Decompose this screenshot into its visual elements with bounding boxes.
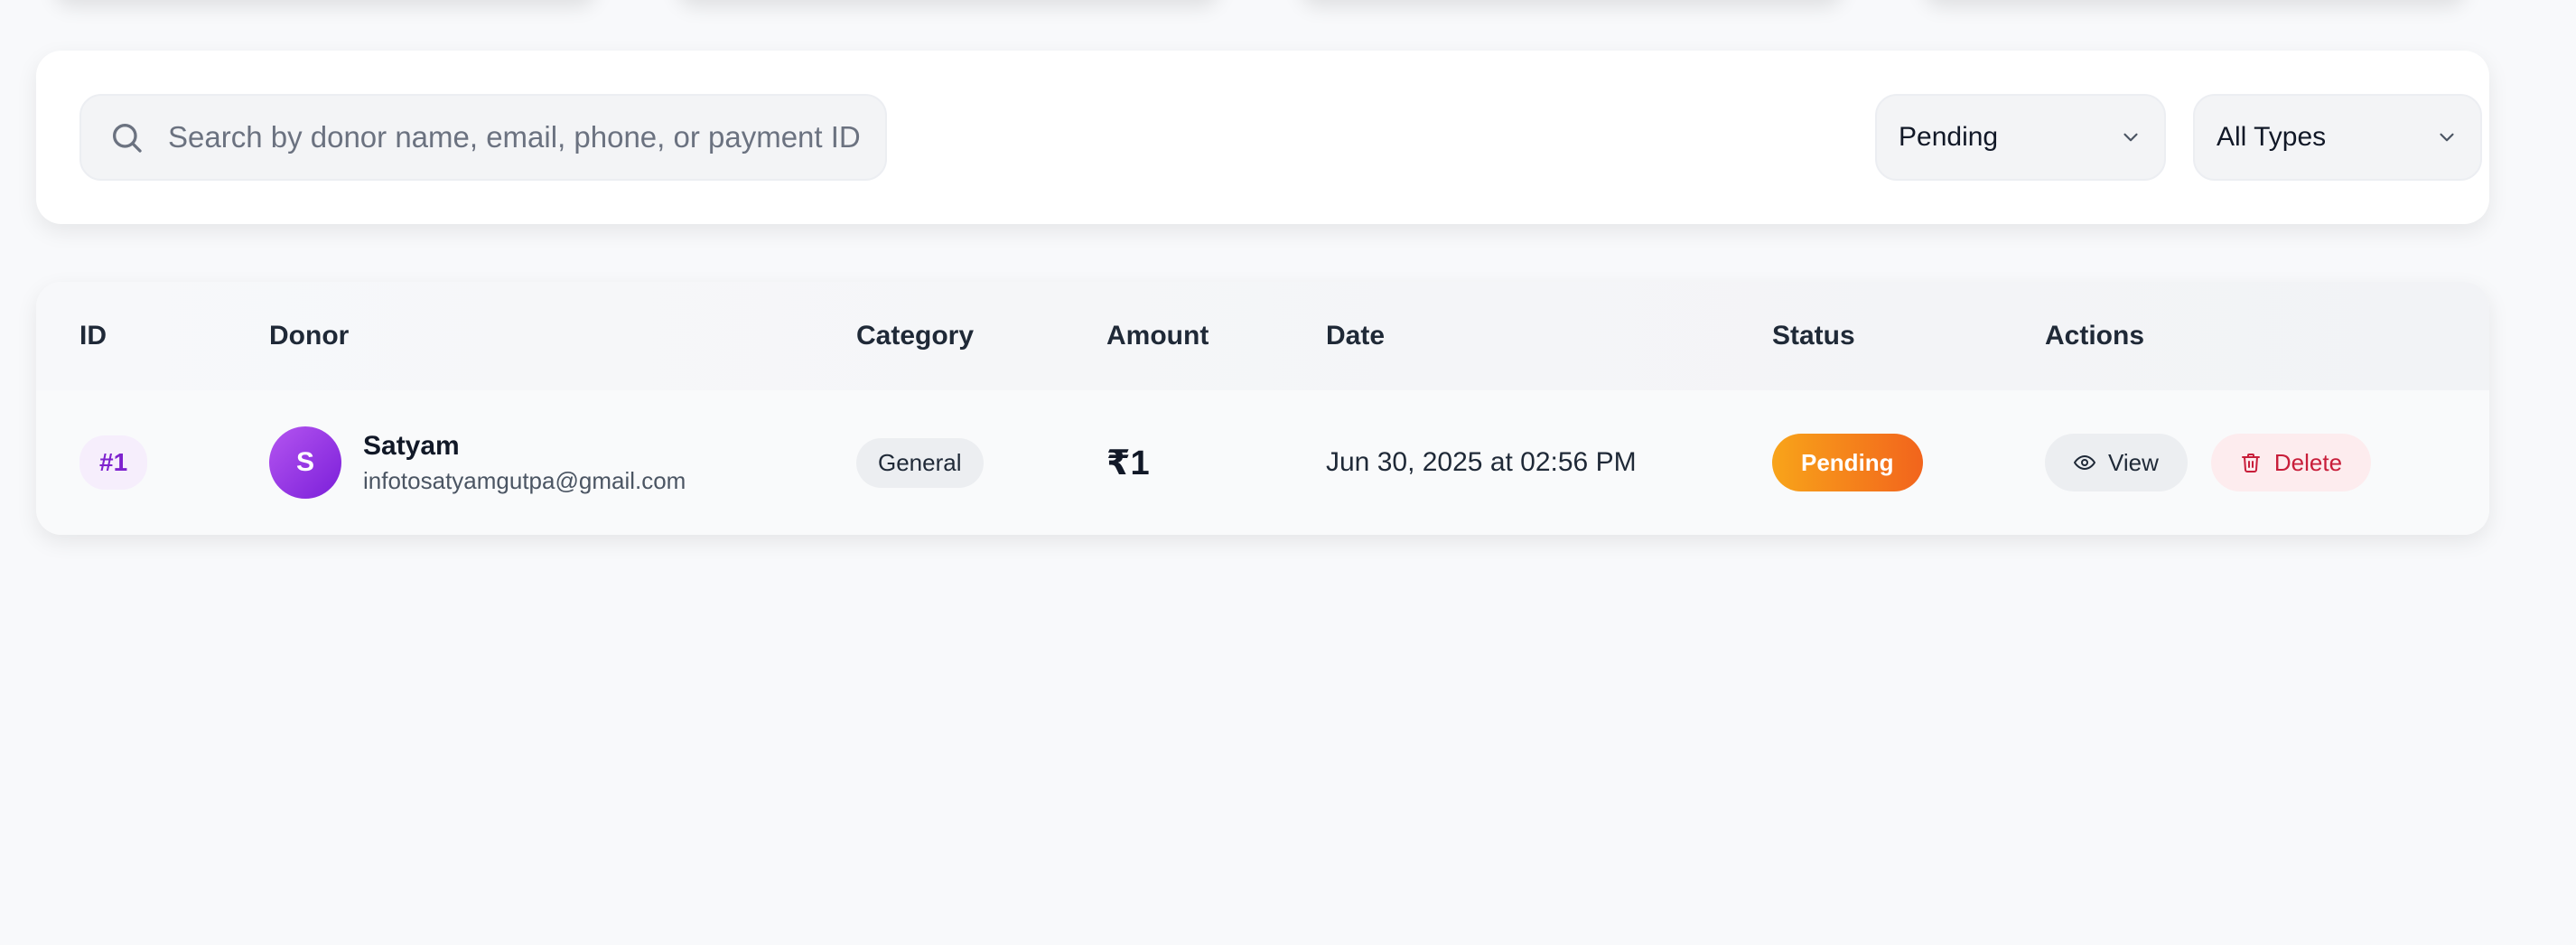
type-filter-select[interactable]: All Types	[2193, 94, 2482, 181]
filter-bar: Pending All Types	[36, 51, 2489, 224]
chevron-down-icon	[2440, 133, 2454, 142]
search-icon	[113, 124, 142, 153]
column-header-actions: Actions	[2045, 321, 2145, 351]
status-filter-value: Pending	[1899, 122, 1999, 152]
status-cell: Pending	[1772, 390, 1923, 535]
date-cell: Jun 30, 2025 at 02:56 PM	[1326, 390, 1637, 535]
table-row: #1 S Satyam infotosatyamgutpa@gmail.com …	[36, 390, 2489, 535]
eye-icon	[2074, 455, 2095, 470]
amount-cell: ₹1	[1106, 390, 1150, 535]
actions-cell: View Delete	[2045, 390, 2372, 535]
column-header-donor: Donor	[269, 321, 350, 351]
donor-email: infotosatyamgutpa@gmail.com	[363, 466, 686, 494]
status-badge: Pending	[1772, 434, 1923, 491]
category-cell: General	[856, 390, 984, 535]
column-header-category: Category	[856, 321, 975, 351]
donor-cell: S Satyam infotosatyamgutpa@gmail.com	[269, 390, 686, 535]
delete-button-label: Delete	[2273, 448, 2343, 476]
view-button[interactable]: View	[2045, 434, 2188, 491]
column-header-id: ID	[79, 321, 107, 351]
category-badge: General	[856, 437, 984, 488]
id-badge: #1	[79, 435, 148, 490]
status-filter-select[interactable]: Pending	[1875, 94, 2166, 181]
chevron-down-icon	[2123, 133, 2138, 142]
donor-name: Satyam	[363, 430, 460, 461]
date-value: Jun 30, 2025 at 02:56 PM	[1326, 447, 1637, 477]
search-input[interactable]	[166, 119, 871, 155]
id-cell: #1	[79, 390, 148, 535]
column-header-amount: Amount	[1106, 321, 1209, 351]
column-header-date: Date	[1326, 321, 1386, 351]
type-filter-value: All Types	[2217, 122, 2327, 152]
column-header-status: Status	[1772, 321, 1855, 351]
amount-value: ₹1	[1106, 444, 1150, 482]
donor-info: Satyam infotosatyamgutpa@gmail.com	[363, 431, 686, 495]
delete-button[interactable]: Delete	[2210, 434, 2372, 491]
view-button-label: View	[2108, 448, 2159, 476]
avatar: S	[269, 426, 341, 499]
donations-table: ID Donor Category Amount Date Status Act…	[36, 282, 2489, 535]
search-box[interactable]	[79, 94, 887, 181]
trash-icon	[2241, 454, 2260, 472]
table-header: ID Donor Category Amount Date Status Act…	[36, 282, 2489, 390]
